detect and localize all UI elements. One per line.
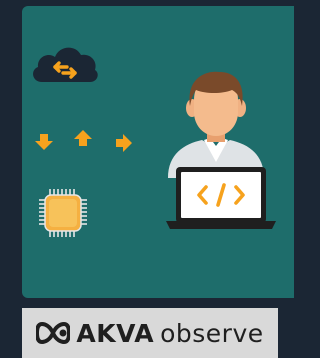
logo-product-text: observe: [160, 318, 264, 348]
akva-observe-logo: AKVA observe: [22, 308, 278, 358]
arrow-up-icon: [74, 130, 92, 146]
arrow-down-icon: [35, 134, 53, 150]
akva-logo-mark-icon: [36, 321, 71, 345]
logo-brand-text: AKVA: [76, 318, 155, 348]
developer-icon: [168, 71, 264, 178]
page: AKVA observe: [0, 0, 294, 358]
processor-chip-icon: [39, 189, 87, 237]
cloud-sync-icon: [33, 47, 98, 82]
laptop-code-icon: [166, 167, 276, 229]
arrow-right-icon: [116, 134, 132, 152]
